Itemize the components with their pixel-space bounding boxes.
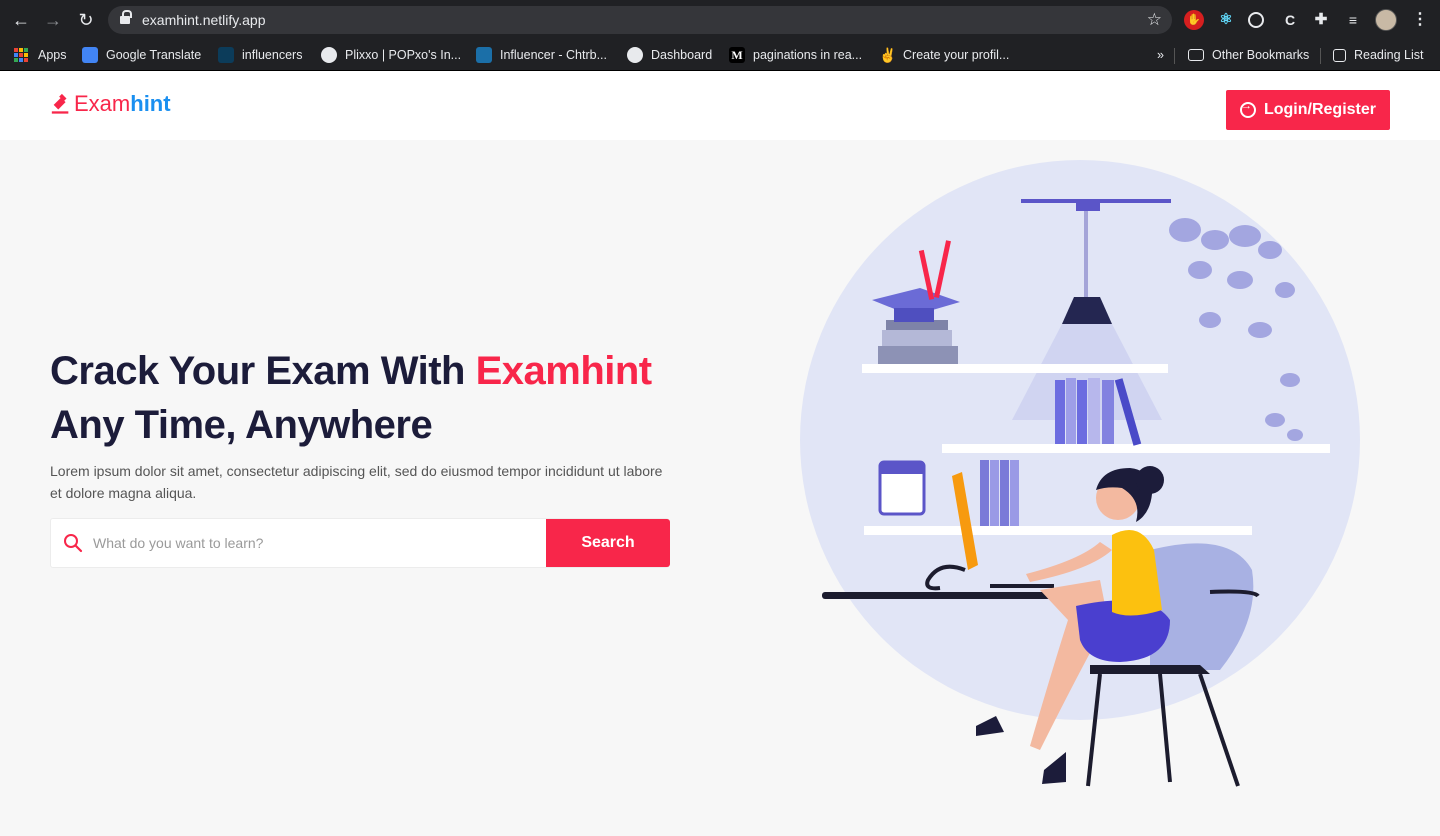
shoe (1042, 752, 1066, 784)
bookmark-influencers[interactable]: influencers (218, 44, 302, 66)
bookmark-plixxo[interactable]: Plixxo | POPxo's In... (321, 44, 461, 66)
apps-grid-icon (14, 48, 28, 62)
login-icon (1239, 100, 1256, 118)
site-header: Examhint Login/Register (0, 71, 1440, 140)
media-control-icon[interactable]: ≡ (1343, 10, 1363, 30)
hero-illustration (800, 160, 1360, 787)
bookmarks-divider (1320, 48, 1321, 64)
shoe (976, 716, 1004, 736)
search-input[interactable] (93, 529, 533, 557)
extensions-puzzle-icon[interactable]: ✚ (1311, 10, 1331, 30)
bookmark-influencer-chtrb[interactable]: Influencer - Chtrb... (476, 44, 607, 66)
forward-icon[interactable]: → (42, 10, 64, 30)
url-text[interactable]: examhint.netlify.app (142, 12, 265, 28)
bookmark-create-profile[interactable]: ✌ Create your profil... (879, 44, 1009, 66)
lock-icon (120, 10, 132, 26)
bookmark-star-icon[interactable]: ☆ (1147, 10, 1162, 30)
keyboard (990, 584, 1054, 588)
extension-target-icon[interactable] (1248, 12, 1264, 28)
bookmark-apps[interactable]: Apps (14, 44, 67, 66)
extension-c-icon[interactable]: C (1280, 10, 1300, 30)
folder-icon (1188, 49, 1204, 61)
hero-title-accent: Examhint (475, 349, 653, 393)
browser-menu-icon[interactable]: ⋮ (1412, 9, 1428, 29)
reading-list-icon (1333, 48, 1346, 62)
influencer-favicon (476, 47, 492, 63)
hero-description: Lorem ipsum dolor sit amet, consectetur … (50, 463, 663, 501)
bookmarks-overflow-chevron-icon[interactable]: » (1157, 44, 1164, 66)
extension-hand-icon[interactable]: ✋ (1184, 10, 1204, 30)
back-icon[interactable]: ← (10, 10, 32, 30)
login-register-button[interactable]: Login/Register (1226, 90, 1390, 130)
profile-avatar[interactable] (1375, 9, 1397, 31)
hero-title: Crack Your Exam With Examhint Any Time, … (50, 349, 653, 447)
address-bar[interactable]: examhint.netlify.app ☆ (108, 6, 1172, 34)
brand-logo[interactable]: Exam hint (50, 91, 171, 117)
globe-icon (321, 47, 337, 63)
search-button[interactable]: Search (546, 519, 670, 567)
bookmark-paginations[interactable]: M paginations in rea... (729, 44, 862, 66)
influencers-favicon (218, 47, 234, 63)
peace-hand-icon: ✌ (879, 47, 897, 63)
bookmarks-bar: Apps Google Translate influencers Plixxo… (0, 40, 1440, 71)
globe-icon (627, 47, 643, 63)
search-icon (64, 534, 83, 553)
shelf-top (862, 364, 1168, 373)
search-bar: Search (50, 518, 670, 568)
browser-toolbar: ← → ↻ examhint.netlify.app ☆ ✋ ⚛ C ✚ ≡ ⋮ (0, 0, 1440, 40)
bookmark-other-bookmarks[interactable]: Other Bookmarks (1188, 44, 1309, 66)
shelf-bottom (864, 526, 1252, 535)
bookmark-dashboard[interactable]: Dashboard (627, 44, 712, 66)
reload-icon[interactable]: ↻ (75, 10, 97, 30)
react-devtools-icon[interactable]: ⚛ (1216, 10, 1236, 30)
bookmark-google-translate[interactable]: Google Translate (82, 44, 201, 66)
bookmarks-divider (1174, 48, 1175, 64)
pen-logo-icon (51, 93, 69, 114)
medium-icon: M (729, 47, 745, 63)
desk (822, 592, 1078, 599)
lamp-rail (1021, 199, 1171, 203)
shelf-middle (942, 444, 1330, 453)
google-translate-icon (82, 47, 98, 63)
bookmark-reading-list[interactable]: Reading List (1333, 44, 1424, 66)
